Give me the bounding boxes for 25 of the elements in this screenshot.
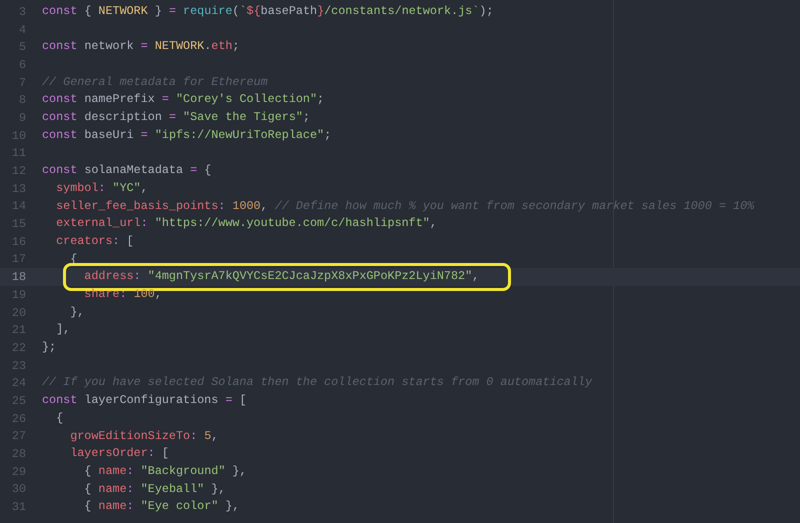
code-line: { name: "Eyeball" },: [83, 480, 226, 498]
code-line: const layerConfigurations = [: [42, 392, 247, 410]
code-line: const description = "Save the Tigers";: [42, 109, 310, 126]
code-line: ],: [55, 321, 70, 338]
code-line: const baseUri = "ipfs://NewUriToReplace";: [42, 126, 332, 144]
code-line: {: [55, 410, 64, 427]
code-line: // If you have selected Solana then the collection starts from 0 automatically: [42, 374, 592, 392]
code-line: },: [69, 304, 84, 321]
line-number: 18: [10, 270, 26, 284]
code-line: { name: "Background" },: [83, 462, 247, 480]
code-line: address: "4mgnTysrA7kQVYCsE2CJcaJzpX8xPxGPoKPz2LyiN782",: [83, 268, 480, 286]
code-line: creators: [: [55, 232, 134, 250]
code-line: growEditionSizeTo: 5,: [69, 428, 218, 444]
code-line: const { NETWORK } = require(`${basePath}/constants/network.js`);: [42, 3, 494, 20]
code-line: // General metadata for Ethereum: [42, 74, 268, 91]
code-line: layersOrder: [: [69, 445, 169, 462]
code-line: const network = NETWORK.eth;: [42, 38, 240, 56]
code-line: seller_fee_basis_points: 1000, // Define how much % you want from secondary market sales 1000 = 10%: [55, 198, 754, 215]
code-line: const namePrefix = "Corey's Collection";: [42, 91, 324, 108]
code-line: const solanaMetadata = {: [42, 162, 212, 180]
code-line: };: [42, 339, 56, 356]
code-line: symbol: "YC",: [55, 180, 148, 197]
code-line: share: 100,: [83, 286, 162, 303]
code-line: { name: "Eye color" },: [83, 498, 240, 516]
code-line: external_url: "https://www.youtube.com/c/hashlipsnft",: [55, 215, 437, 232]
